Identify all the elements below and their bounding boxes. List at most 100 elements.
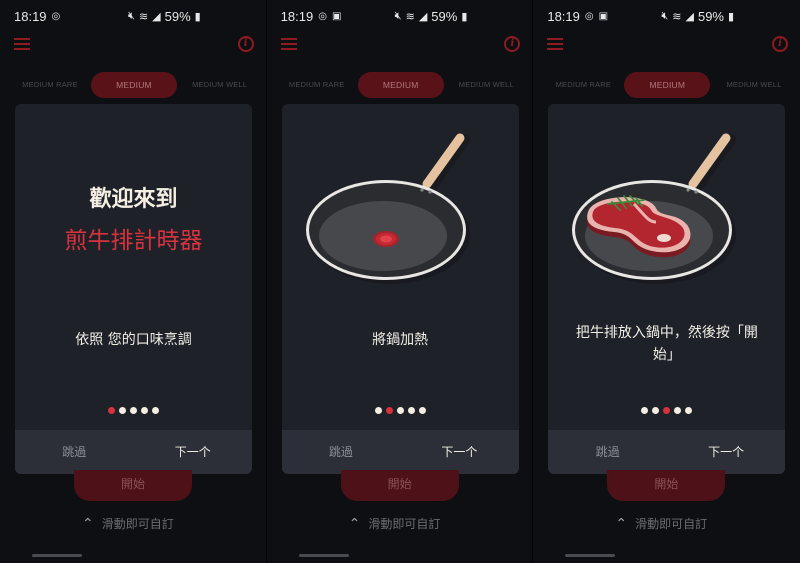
page-dot[interactable] <box>396 407 404 414</box>
status-bar: 18:19 ◎ ▣ 🔇︎ ≋ ◢ 59% ▮ <box>267 0 533 32</box>
swipe-hint[interactable]: ⌃ 滑動即可自訂 <box>349 515 441 532</box>
page-dot[interactable] <box>119 407 126 414</box>
start-button[interactable]: 開始 <box>340 470 459 501</box>
tab-medium-rare[interactable]: MEDIUM RARE <box>277 72 357 98</box>
battery-icon: ▮ <box>194 9 201 23</box>
page-dot[interactable] <box>652 407 660 414</box>
page-indicator <box>15 407 252 414</box>
doneness-tabs: MEDIUM RARE MEDIUM MEDIUM WELL <box>0 72 266 98</box>
doneness-tabs: MEDIUM RARE MEDIUM MEDIUM WELL <box>533 72 800 98</box>
page-dot[interactable] <box>385 407 393 414</box>
welcome-title: 歡迎來到 <box>89 187 178 212</box>
signal-icon: ◢ <box>685 9 694 23</box>
status-bar: 18:19 ◎ 🔇︎ ≋ ◢ 59% ▮ <box>0 0 266 32</box>
steak-in-pan-illustration <box>572 133 737 284</box>
phone-screen-3: 18:19 ◎ ▣ 🔇︎ ≋ ◢ 59% ▮ i MEDIUM RARE MED… <box>533 0 800 563</box>
doneness-tabs: MEDIUM RARE MEDIUM MEDIUM WELL <box>267 72 533 98</box>
wifi-icon: ≋ <box>405 9 415 23</box>
mute-icon: 🔇︎ <box>128 9 135 22</box>
tab-medium-well[interactable]: MEDIUM WELL <box>180 72 260 98</box>
home-indicator[interactable] <box>298 554 349 557</box>
onboarding-screens: 18:19 ◎ 🔇︎ ≋ ◢ 59% ▮ i MEDIUM RARE MEDIU… <box>0 0 800 563</box>
next-button[interactable]: 下一个 <box>400 430 519 474</box>
battery-icon: ▮ <box>728 9 735 23</box>
start-button[interactable]: 開始 <box>607 470 726 501</box>
battery-percent: 59% <box>697 8 724 24</box>
page-indicator <box>282 407 519 414</box>
home-indicator[interactable] <box>565 554 616 557</box>
tab-medium[interactable]: MEDIUM <box>357 72 444 98</box>
tab-medium[interactable]: MEDIUM <box>91 72 177 98</box>
info-icon[interactable]: i <box>504 36 521 52</box>
chevron-up-icon: ⌃ <box>348 515 361 532</box>
gallery-icon: ▣ <box>331 10 342 22</box>
phone-screen-2: 18:19 ◎ ▣ 🔇︎ ≋ ◢ 59% ▮ i MEDIUM RARE MED… <box>266 0 534 563</box>
hamburger-icon[interactable] <box>280 38 297 50</box>
notification-badge-icon: ◎ <box>51 10 61 22</box>
page-indicator <box>548 407 785 414</box>
skip-button[interactable]: 跳過 <box>548 430 667 474</box>
page-dot[interactable] <box>374 407 382 414</box>
gallery-icon: ▣ <box>598 10 609 22</box>
page-dot[interactable] <box>108 407 115 414</box>
app-name-title: 煎牛排計時器 <box>64 228 203 254</box>
skip-button[interactable]: 跳過 <box>282 430 401 474</box>
status-bar: 18:19 ◎ ▣ 🔇︎ ≋ ◢ 59% ▮ <box>533 0 800 32</box>
page-dot[interactable] <box>674 407 682 414</box>
swipe-hint-label: 滑動即可自訂 <box>635 517 708 531</box>
swipe-hint-label: 滑動即可自訂 <box>368 517 441 531</box>
page-dot[interactable] <box>152 407 159 414</box>
frying-pan-illustration <box>305 133 470 284</box>
page-dot[interactable] <box>130 407 137 414</box>
card-footer: 跳過 下一个 <box>548 430 786 474</box>
swipe-hint[interactable]: ⌃ 滑動即可自訂 <box>82 515 174 532</box>
battery-percent: 59% <box>164 8 191 24</box>
wifi-icon: ≋ <box>138 9 149 23</box>
onboarding-card: 把牛排放入鍋中，然後按「開始」 跳過 下一个 <box>548 104 786 474</box>
notification-badge-icon: ◎ <box>318 10 327 22</box>
home-indicator[interactable] <box>32 554 82 557</box>
onboarding-card: 將鍋加熱 跳過 下一个 <box>281 104 519 474</box>
onboarding-card: 歡迎來到 煎牛排計時器 依照 您的口味烹調 跳過 下一个 <box>15 104 252 474</box>
step-description: 依照 您的口味烹調 <box>75 332 192 348</box>
page-dot[interactable] <box>141 407 148 414</box>
tab-medium-well[interactable]: MEDIUM WELL <box>714 72 794 98</box>
step-description: 把牛排放入鍋中，然後按「開始」 <box>575 325 758 363</box>
status-time: 18:19 <box>547 8 580 24</box>
phone-screen-1: 18:19 ◎ 🔇︎ ≋ ◢ 59% ▮ i MEDIUM RARE MEDIU… <box>0 0 267 563</box>
tab-medium-rare[interactable]: MEDIUM RARE <box>543 72 623 98</box>
page-dot[interactable] <box>407 407 415 414</box>
tab-medium[interactable]: MEDIUM <box>624 72 711 98</box>
info-icon[interactable]: i <box>772 36 789 52</box>
battery-icon: ▮ <box>461 9 468 23</box>
next-button[interactable]: 下一个 <box>667 430 786 474</box>
battery-percent: 59% <box>431 8 458 24</box>
page-dot[interactable] <box>641 407 649 414</box>
status-time: 18:19 <box>280 8 314 24</box>
next-button[interactable]: 下一个 <box>134 430 253 474</box>
status-time: 18:19 <box>14 8 47 24</box>
tab-medium-well[interactable]: MEDIUM WELL <box>446 72 526 98</box>
step-description: 將鍋加熱 <box>372 332 429 348</box>
notification-badge-icon: ◎ <box>584 10 594 22</box>
page-dot[interactable] <box>418 407 426 414</box>
swipe-hint-label: 滑動即可自訂 <box>101 517 174 531</box>
page-dot[interactable] <box>663 407 671 414</box>
wifi-icon: ≋ <box>672 9 682 23</box>
swipe-hint[interactable]: ⌃ 滑動即可自訂 <box>615 515 707 532</box>
info-icon[interactable]: i <box>237 36 254 52</box>
start-button[interactable]: 開始 <box>74 470 192 501</box>
signal-icon: ◢ <box>418 9 428 23</box>
card-footer: 跳過 下一个 <box>15 430 252 474</box>
skip-button[interactable]: 跳過 <box>15 430 134 474</box>
hamburger-icon[interactable] <box>547 38 564 50</box>
hamburger-icon[interactable] <box>14 38 30 50</box>
mute-icon: 🔇︎ <box>394 9 402 22</box>
tab-medium-rare[interactable]: MEDIUM RARE <box>10 72 90 98</box>
signal-icon: ◢ <box>152 9 161 23</box>
card-footer: 跳過 下一个 <box>281 430 519 474</box>
chevron-up-icon: ⌃ <box>82 515 94 532</box>
page-dot[interactable] <box>685 407 693 414</box>
mute-icon: 🔇︎ <box>661 9 669 22</box>
chevron-up-icon: ⌃ <box>615 515 628 532</box>
